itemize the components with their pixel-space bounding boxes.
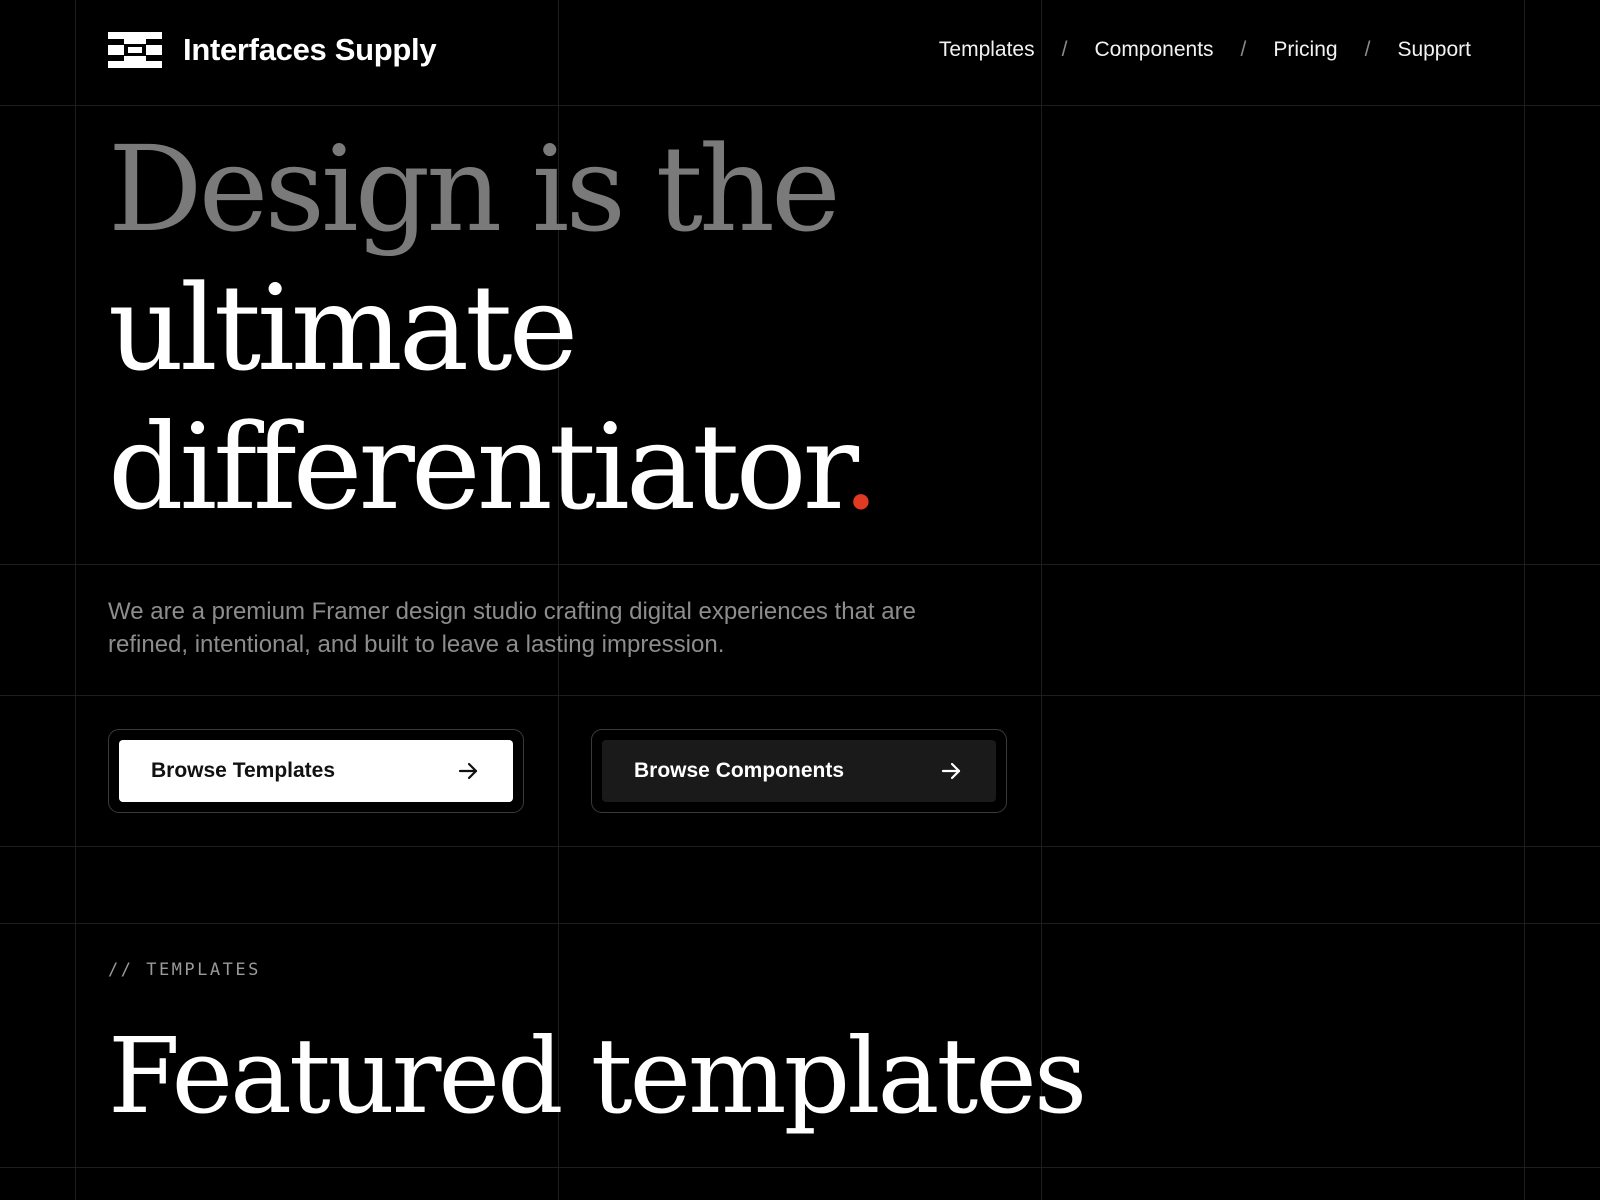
nav-item-support[interactable]: Support (1397, 38, 1471, 62)
boxed-bars-logo-icon (108, 32, 162, 68)
grid-line (0, 695, 1600, 696)
nav-item-pricing[interactable]: Pricing (1273, 38, 1337, 62)
hero-accent-dot: . (842, 398, 879, 536)
nav-separator: / (1364, 38, 1371, 61)
nav-separator: / (1240, 38, 1247, 61)
grid-line (0, 105, 1600, 106)
browse-components-label: Browse Components (634, 759, 845, 782)
hero-title-line-1: Design is the (108, 120, 841, 258)
grid-line (0, 1167, 1600, 1168)
browse-templates-label: Browse Templates (151, 759, 336, 782)
brand-logo[interactable]: Interfaces Supply (108, 32, 437, 68)
grid-line (0, 564, 1600, 565)
hero-title-line-2: ultimate (108, 259, 578, 397)
nav-item-components[interactable]: Components (1094, 38, 1213, 62)
grid-line (0, 923, 1600, 924)
grid-line (1524, 0, 1525, 1200)
brand-name: Interfaces Supply (183, 32, 437, 67)
hero-title-line-3-text: differentiator (108, 398, 846, 536)
hero-title: Design is the ultimate differentiator. (108, 120, 880, 537)
grid-line (75, 0, 76, 1200)
section-eyebrow: // TEMPLATES (108, 960, 261, 980)
top-nav: Templates / Components / Pricing / Suppo… (939, 38, 1471, 62)
browse-templates-frame: Browse Templates (108, 729, 524, 813)
hero-subtitle: We are a premium Framer design studio cr… (108, 598, 916, 658)
browse-components-frame: Browse Components (591, 729, 1007, 813)
arrow-right-icon (941, 762, 961, 780)
hero-title-line-3: differentiator. (108, 398, 880, 537)
nav-item-templates[interactable]: Templates (939, 38, 1035, 62)
browse-components-button[interactable]: Browse Components (602, 740, 996, 802)
grid-line (0, 846, 1600, 847)
section-title: Featured templates (108, 1015, 1087, 1137)
arrow-right-icon (458, 762, 478, 780)
browse-templates-button[interactable]: Browse Templates (119, 740, 513, 802)
nav-separator: / (1061, 38, 1068, 61)
